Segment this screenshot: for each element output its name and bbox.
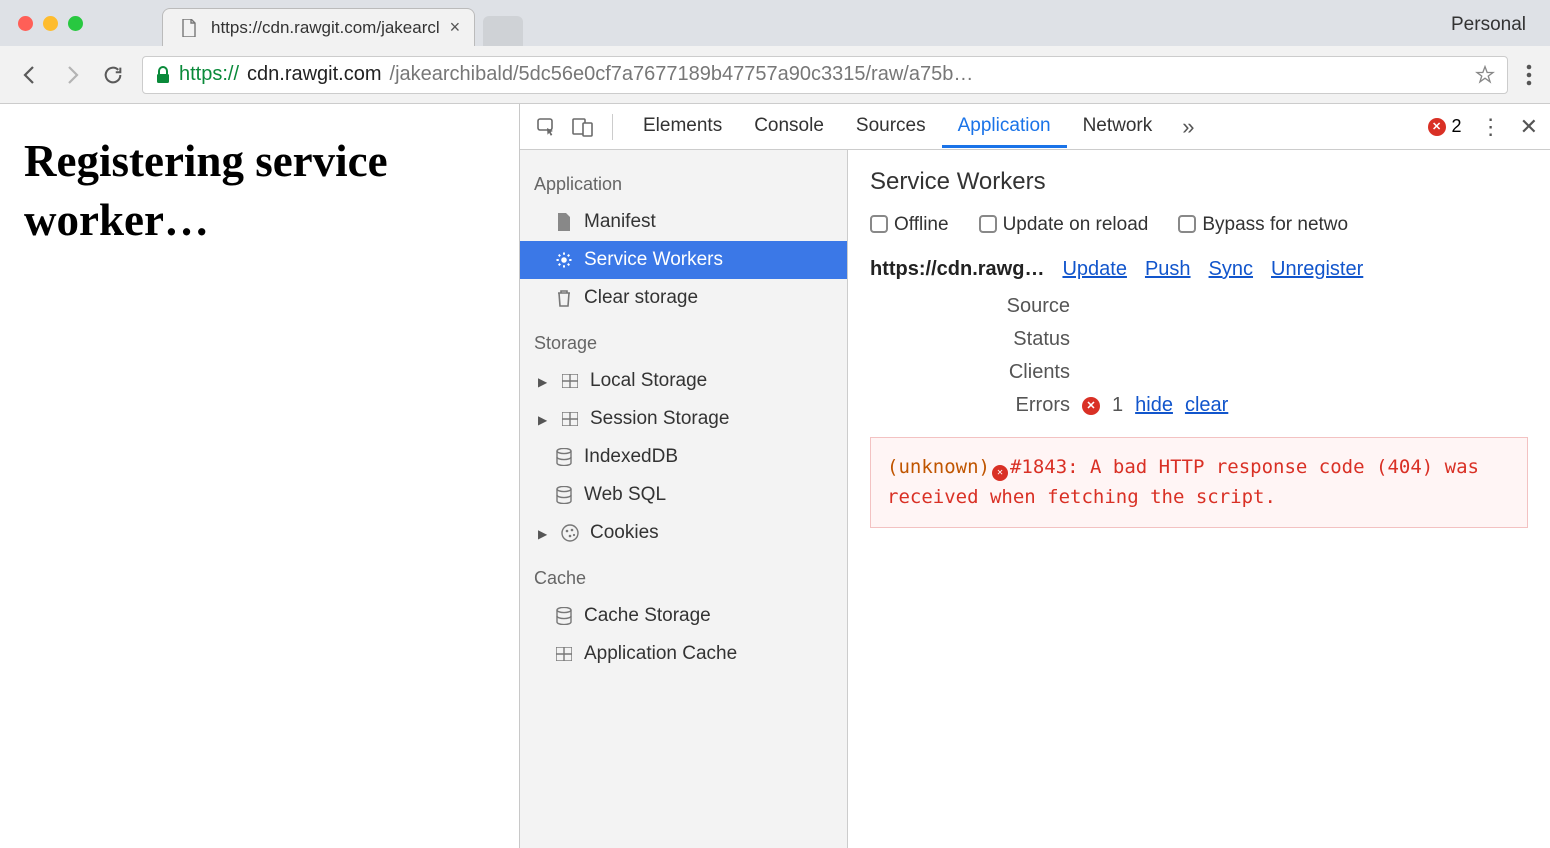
cookie-icon <box>560 523 580 543</box>
url-host: cdn.rawgit.com <box>247 63 382 86</box>
database-icon <box>554 606 574 626</box>
expand-icon[interactable] <box>538 370 550 392</box>
url-path: /jakearchibald/5dc56e0cf7a7677189b47757a… <box>390 63 974 86</box>
sidebar-item-service-workers[interactable]: Service Workers <box>520 241 847 279</box>
sidebar-group-storage: Storage <box>520 317 847 362</box>
back-button[interactable] <box>18 63 42 87</box>
devtools-tab-application[interactable]: Application <box>942 105 1067 148</box>
panel-title: Service Workers <box>870 168 1528 196</box>
sw-sync-link[interactable]: Sync <box>1209 258 1253 281</box>
trash-icon <box>554 288 574 308</box>
lock-icon <box>155 66 171 84</box>
new-tab-button[interactable] <box>483 16 523 46</box>
tab-title: https://cdn.rawgit.com/jakearcl <box>211 18 440 38</box>
sw-errors-hide-link[interactable]: hide <box>1135 394 1173 417</box>
error-icon <box>1082 397 1100 415</box>
gear-icon <box>554 250 574 270</box>
sidebar-item-manifest[interactable]: Manifest <box>520 203 847 241</box>
database-icon <box>554 447 574 467</box>
sw-status-label: Status <box>990 328 1070 351</box>
inspect-element-icon[interactable] <box>532 113 560 141</box>
sw-unregister-link[interactable]: Unregister <box>1271 258 1363 281</box>
file-icon <box>554 212 574 232</box>
window-minimize-icon[interactable] <box>43 16 58 31</box>
sw-push-link[interactable]: Push <box>1145 258 1191 281</box>
url-scheme: https:// <box>179 63 239 86</box>
sw-error-message: (unknown)#1843: A bad HTTP response code… <box>870 437 1528 528</box>
bookmark-star-icon[interactable] <box>1475 65 1495 85</box>
window-maximize-icon[interactable] <box>68 16 83 31</box>
sidebar-group-application: Application <box>520 158 847 203</box>
sw-clients-label: Clients <box>990 361 1070 384</box>
browser-menu-button[interactable] <box>1526 64 1532 86</box>
profile-label[interactable]: Personal <box>1451 14 1526 36</box>
sw-source-label: Source <box>990 295 1070 318</box>
devtools-tab-network[interactable]: Network <box>1067 105 1169 148</box>
devtools-error-indicator[interactable]: 2 <box>1428 116 1462 137</box>
reload-button[interactable] <box>102 64 124 86</box>
sidebar-item-websql[interactable]: Web SQL <box>520 476 847 514</box>
browser-tab[interactable]: https://cdn.rawgit.com/jakearcl × <box>162 8 475 46</box>
forward-button[interactable] <box>60 63 84 87</box>
sw-origin: https://cdn.rawg… <box>870 258 1044 281</box>
sidebar-item-clear-storage[interactable]: Clear storage <box>520 279 847 317</box>
sw-errors-clear-link[interactable]: clear <box>1185 394 1228 417</box>
sidebar-item-indexeddb[interactable]: IndexedDB <box>520 438 847 476</box>
update-on-reload-checkbox[interactable]: Update on reload <box>979 214 1149 236</box>
sw-update-link[interactable]: Update <box>1062 258 1127 281</box>
sidebar-item-session-storage[interactable]: Session Storage <box>520 400 847 438</box>
sw-error-count: 1 <box>1112 394 1123 417</box>
expand-icon[interactable] <box>538 408 550 430</box>
devtools-close-button[interactable]: ✕ <box>1520 114 1538 140</box>
devtools-tab-console[interactable]: Console <box>738 105 840 148</box>
grid-icon <box>560 409 580 429</box>
tab-close-button[interactable]: × <box>450 17 461 38</box>
device-toolbar-icon[interactable] <box>568 113 598 141</box>
error-icon <box>1428 118 1446 136</box>
devtools-tab-sources[interactable]: Sources <box>840 105 942 148</box>
grid-icon <box>560 371 580 391</box>
window-close-icon[interactable] <box>18 16 33 31</box>
address-bar[interactable]: https:// cdn.rawgit.com/jakearchibald/5dc… <box>142 56 1508 94</box>
bypass-for-network-checkbox[interactable]: Bypass for netwo <box>1178 214 1348 236</box>
page-viewport: Registering service worker… <box>0 104 520 848</box>
error-icon <box>992 465 1008 481</box>
expand-icon[interactable] <box>538 522 550 544</box>
offline-checkbox[interactable]: Offline <box>870 214 949 236</box>
sw-errors-label: Errors <box>990 394 1070 417</box>
sidebar-item-cookies[interactable]: Cookies <box>520 514 847 552</box>
devtools-more-tabs-icon[interactable]: » <box>1182 114 1194 140</box>
page-icon <box>177 15 201 41</box>
devtools-error-count: 2 <box>1452 116 1462 137</box>
sidebar-item-application-cache[interactable]: Application Cache <box>520 635 847 673</box>
grid-icon <box>554 644 574 664</box>
devtools-menu-button[interactable]: ⋮ <box>1480 114 1502 140</box>
database-icon <box>554 485 574 505</box>
page-heading: Registering service worker… <box>24 132 495 249</box>
sidebar-group-cache: Cache <box>520 552 847 597</box>
sidebar-item-cache-storage[interactable]: Cache Storage <box>520 597 847 635</box>
sidebar-item-local-storage[interactable]: Local Storage <box>520 362 847 400</box>
devtools-tab-elements[interactable]: Elements <box>627 105 738 148</box>
